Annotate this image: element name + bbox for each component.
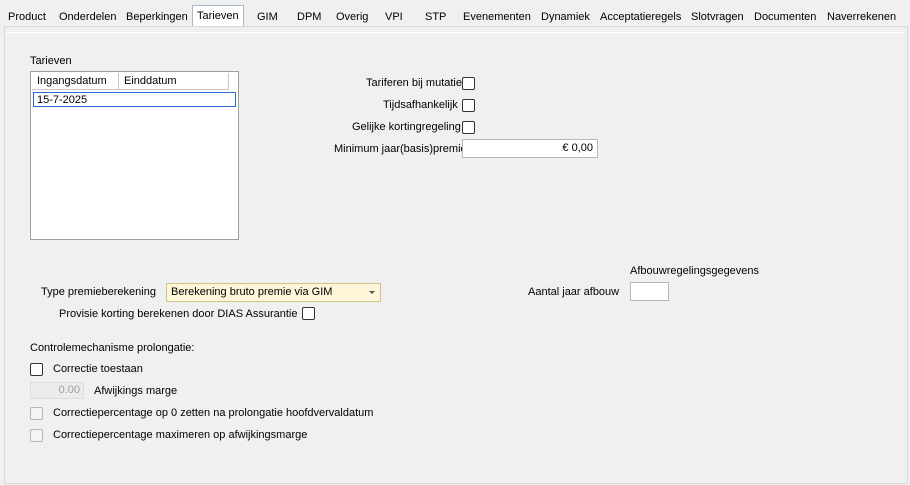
tab-documenten[interactable]: Documenten [754,9,816,25]
tab-dpm[interactable]: DPM [297,9,321,25]
provisie-label: Provisie korting berekenen door DIAS Ass… [59,308,298,320]
tab-overig[interactable]: Overig [336,9,368,25]
column-header-ingangsdatum[interactable]: Ingangsdatum [32,73,119,90]
tab-vpi[interactable]: VPI [385,9,403,25]
aantal-jaar-afbouw-label: Aantal jaar afbouw [528,286,620,298]
tab-tarieven[interactable]: Tarieven [192,5,244,27]
correctie-toestaan-checkbox[interactable] [30,363,43,376]
tariferen-label: Tariferen bij mutatie [366,77,462,89]
tariferen-checkbox[interactable] [462,77,475,90]
tab-acceptatieregels[interactable]: Acceptatieregels [600,9,681,25]
tab-slotvragen[interactable]: Slotvragen [691,9,744,25]
tab-onderdelen[interactable]: Onderdelen [59,9,117,25]
tab-gim[interactable]: GIM [257,9,278,25]
minimum-premie-label: Minimum jaar(basis)premie [334,143,467,155]
afwijkings-marge-label: Afwijkings marge [94,385,178,397]
tab-naverrekenen[interactable]: Naverrekenen [827,9,896,25]
tab-bar: Product Onderdelen Beperkingen Tarieven … [0,0,910,27]
column-header-einddatum[interactable]: Einddatum [119,73,229,90]
chevron-down-icon[interactable] [369,291,375,294]
afbouwregelingsgegevens-label: Afbouwregelingsgegevens [630,265,760,277]
tab-beperkingen[interactable]: Beperkingen [126,9,188,25]
tarieven-list[interactable]: Ingangsdatum Einddatum 15-7-2025 [30,71,239,240]
type-premieberekening-select[interactable]: Berekening bruto premie via GIM [166,283,381,302]
table-row[interactable]: 15-7-2025 [33,92,236,107]
provisie-checkbox[interactable] [302,307,315,320]
tab-stp[interactable]: STP [425,9,446,25]
cell-ingangsdatum: 15-7-2025 [37,94,88,106]
tarieven-label: Tarieven [30,55,72,67]
tijdsafhankelijk-checkbox[interactable] [462,99,475,112]
minimum-premie-input[interactable]: € 0,00 [462,139,598,158]
type-premieberekening-label: Type premieberekening [41,286,156,298]
aantal-jaar-afbouw-input[interactable] [630,282,669,301]
tab-evenementen[interactable]: Evenementen [463,9,531,25]
controle-heading: Controlemechanisme prolongatie: [30,342,195,354]
type-premieberekening-value: Berekening bruto premie via GIM [171,286,333,298]
tijdsafhankelijk-label: Tijdsafhankelijk [383,99,458,111]
correctie-max-label: Correctiepercentage maximeren op afwijki… [53,429,308,441]
gelijke-kortingregeling-label: Gelijke kortingregeling [352,121,461,133]
gelijke-kortingregeling-checkbox[interactable] [462,121,475,134]
afwijkings-marge-input[interactable]: 0.00 [30,382,84,399]
correctie-max-checkbox[interactable] [30,429,43,442]
correctie-nul-label: Correctiepercentage op 0 zetten na prolo… [53,407,374,419]
tab-product[interactable]: Product [8,9,46,25]
correctie-nul-checkbox[interactable] [30,407,43,420]
correctie-toestaan-label: Correctie toestaan [53,363,143,375]
divider [6,32,904,33]
tab-dynamiek[interactable]: Dynamiek [541,9,590,25]
